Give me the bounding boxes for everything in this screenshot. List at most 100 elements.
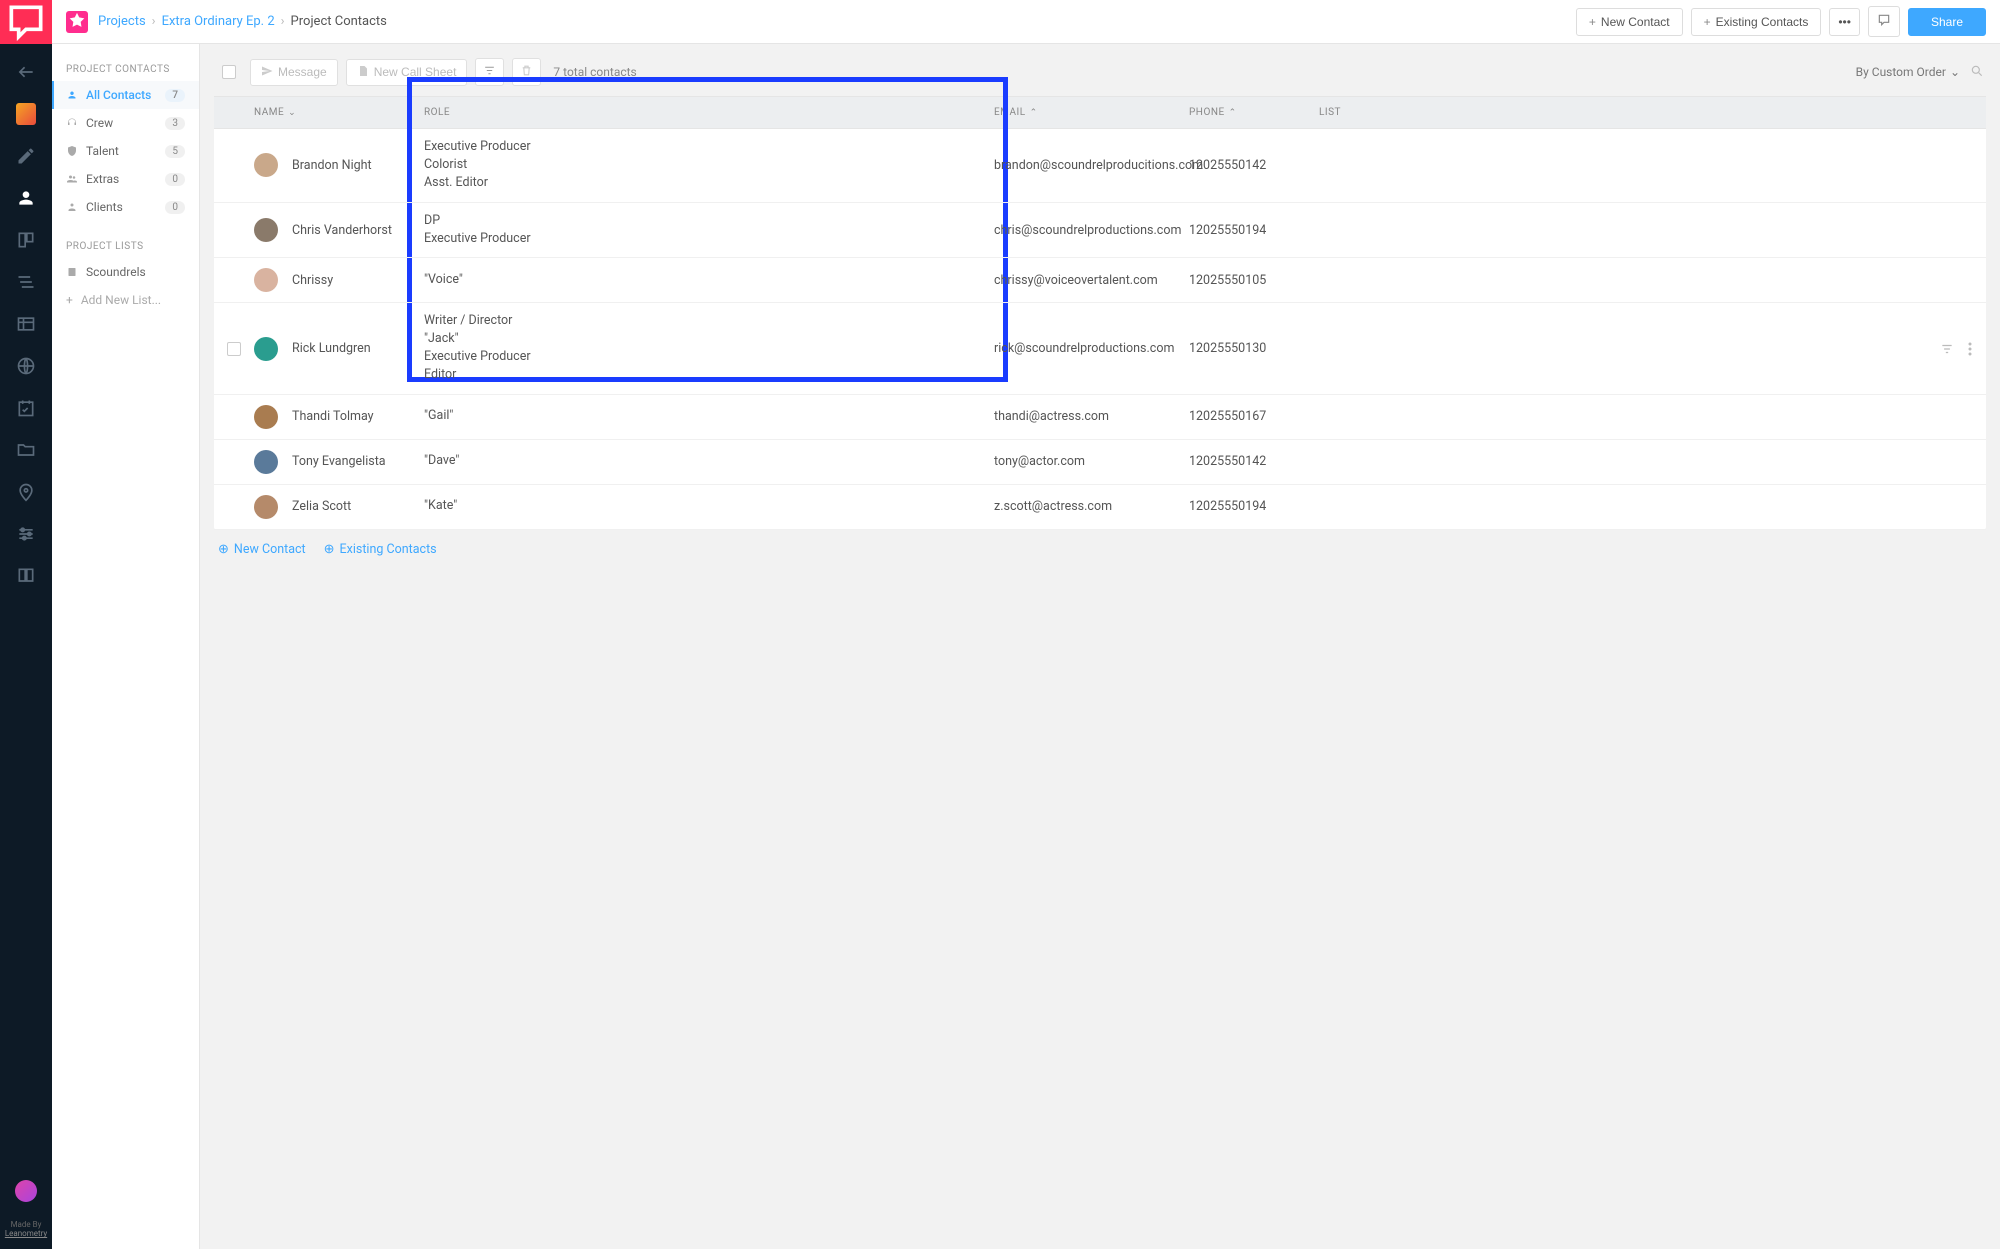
contact-email: chris@scoundrelproductions.com	[994, 223, 1189, 238]
back-icon[interactable]	[16, 62, 36, 82]
sidebar-item-extras[interactable]: Extras 0	[52, 165, 199, 193]
trash-icon	[520, 64, 533, 80]
existing-contacts-button[interactable]: Existing Contacts	[1691, 8, 1822, 36]
sidebar-label: Add New List...	[81, 293, 161, 307]
sidebar-label: Clients	[86, 200, 123, 214]
sidebar-badge: 5	[165, 145, 185, 158]
contact-avatar	[254, 268, 278, 292]
made-by-link[interactable]: Leanometry	[5, 1229, 47, 1238]
contact-avatar	[254, 405, 278, 429]
new-call-sheet-button[interactable]: New Call Sheet	[346, 59, 468, 86]
table-header: NAME⌄ ROLE EMAIL⌃ PHONE⌃ LIST	[214, 96, 1986, 129]
chat-icon	[1877, 13, 1891, 30]
chat-button[interactable]	[1868, 6, 1900, 37]
topbar: Projects › Extra Ordinary Ep. 2 › Projec…	[52, 0, 2000, 44]
table-row[interactable]: Chrissy "Voice" chrissy@voiceovertalent.…	[214, 258, 1986, 303]
project-thumb[interactable]	[16, 104, 36, 124]
contact-roles: "Dave"	[424, 453, 994, 470]
filter-button[interactable]	[475, 58, 504, 86]
sliders-icon[interactable]	[16, 524, 36, 544]
sort-caret-icon: ⌃	[1229, 108, 1237, 118]
book-icon[interactable]	[16, 566, 36, 586]
filter-icon	[483, 64, 496, 80]
more-button[interactable]: •••	[1829, 8, 1860, 36]
contact-roles: Executive ProducerColoristAsst. Editor	[424, 139, 994, 192]
sidebar-item-talent[interactable]: Talent 5	[52, 137, 199, 165]
contact-avatar	[254, 337, 278, 361]
col-name[interactable]: NAME⌄	[254, 107, 424, 118]
contact-email: z.scott@actress.com	[994, 499, 1189, 514]
contact-email: brandon@scoundrelproducitions.com	[994, 158, 1189, 173]
breadcrumb-projects[interactable]: Projects	[98, 14, 146, 29]
sidebar-badge: 0	[165, 201, 185, 214]
location-icon[interactable]	[16, 482, 36, 502]
delete-button[interactable]	[512, 58, 541, 86]
message-button[interactable]: Message	[250, 59, 338, 86]
app-logo[interactable]	[0, 0, 52, 44]
contacts-icon[interactable]	[16, 188, 36, 208]
user-avatar[interactable]	[15, 1180, 37, 1202]
sidebar-item-crew[interactable]: Crew 3	[52, 109, 199, 137]
people-icon	[66, 89, 78, 101]
project-icon[interactable]	[66, 11, 88, 33]
row-filter-icon[interactable]	[1940, 340, 1954, 358]
rail-icons	[16, 62, 36, 1180]
sort-caret-icon: ⌄	[288, 108, 296, 118]
sidebar: PROJECT CONTACTS All Contacts 7 Crew 3 T…	[52, 44, 200, 1249]
calendar-check-icon[interactable]	[16, 398, 36, 418]
sidebar-label: Scoundrels	[86, 265, 146, 279]
new-contact-button[interactable]: New Contact	[1576, 8, 1683, 36]
made-by: Made By Leanometry	[5, 1220, 47, 1239]
board-icon[interactable]	[16, 230, 36, 250]
contact-name: Rick Lundgren	[292, 341, 371, 356]
sort-selector[interactable]: By Custom Order ⌄	[1856, 65, 1960, 79]
breadcrumb-project[interactable]: Extra Ordinary Ep. 2	[162, 14, 275, 29]
edit-icon[interactable]	[16, 146, 36, 166]
row-checkbox[interactable]	[227, 342, 241, 356]
footer-new-contact[interactable]: New Contact	[218, 542, 306, 557]
row-more-icon[interactable]	[1968, 340, 1972, 358]
table-row[interactable]: Brandon Night Executive ProducerColorist…	[214, 129, 1986, 203]
sidebar-add-list[interactable]: + Add New List...	[52, 286, 199, 314]
list-layers-icon[interactable]	[16, 272, 36, 292]
search-icon[interactable]	[1970, 64, 1984, 81]
table-row[interactable]: Thandi Tolmay "Gail" thandi@actress.com …	[214, 395, 1986, 440]
select-all-checkbox[interactable]	[222, 65, 236, 79]
contact-phone: 12025550142	[1189, 158, 1319, 173]
table-icon[interactable]	[16, 314, 36, 334]
table-row[interactable]: Chris Vanderhorst DPExecutive Producer c…	[214, 203, 1986, 259]
workspace: Message New Call Sheet 7 total contacts	[200, 44, 2000, 1249]
main: Projects › Extra Ordinary Ep. 2 › Projec…	[52, 0, 2000, 1249]
shield-icon	[66, 145, 78, 157]
contact-phone: 12025550194	[1189, 223, 1319, 238]
table-body: Brandon Night Executive ProducerColorist…	[214, 129, 1986, 530]
nav-rail: Made By Leanometry	[0, 0, 52, 1249]
contact-email: tony@actor.com	[994, 454, 1189, 469]
sidebar-item-all-contacts[interactable]: All Contacts 7	[52, 81, 199, 109]
contact-email: rick@scoundrelproductions.com	[994, 341, 1189, 356]
contact-name: Chris Vanderhorst	[292, 223, 392, 238]
sidebar-badge: 0	[165, 173, 185, 186]
chevron-icon: ›	[152, 14, 156, 29]
col-role[interactable]: ROLE	[424, 107, 994, 118]
list-icon	[66, 266, 78, 278]
sidebar-heading-contacts: PROJECT CONTACTS	[52, 58, 199, 81]
table-row[interactable]: Rick Lundgren Writer / Director"Jack"Exe…	[214, 303, 1986, 395]
folder-icon[interactable]	[16, 440, 36, 460]
people-icon	[66, 173, 78, 185]
footer-existing-contacts[interactable]: Existing Contacts	[324, 542, 437, 557]
col-list[interactable]: LIST	[1319, 107, 1359, 118]
col-email[interactable]: EMAIL⌃	[994, 107, 1189, 118]
chevron-icon: ›	[281, 14, 285, 29]
contact-name: Chrissy	[292, 273, 333, 288]
person-icon	[66, 201, 78, 213]
globe-icon[interactable]	[16, 356, 36, 376]
app-root: Made By Leanometry Projects › Extra Ordi…	[0, 0, 2000, 1249]
table-row[interactable]: Tony Evangelista "Dave" tony@actor.com 1…	[214, 440, 1986, 485]
sidebar-list-scoundrels[interactable]: Scoundrels	[52, 258, 199, 286]
contact-email: thandi@actress.com	[994, 409, 1189, 424]
sidebar-item-clients[interactable]: Clients 0	[52, 193, 199, 221]
col-phone[interactable]: PHONE⌃	[1189, 107, 1319, 118]
share-button[interactable]: Share	[1908, 8, 1986, 36]
table-row[interactable]: Zelia Scott "Kate" z.scott@actress.com 1…	[214, 485, 1986, 530]
